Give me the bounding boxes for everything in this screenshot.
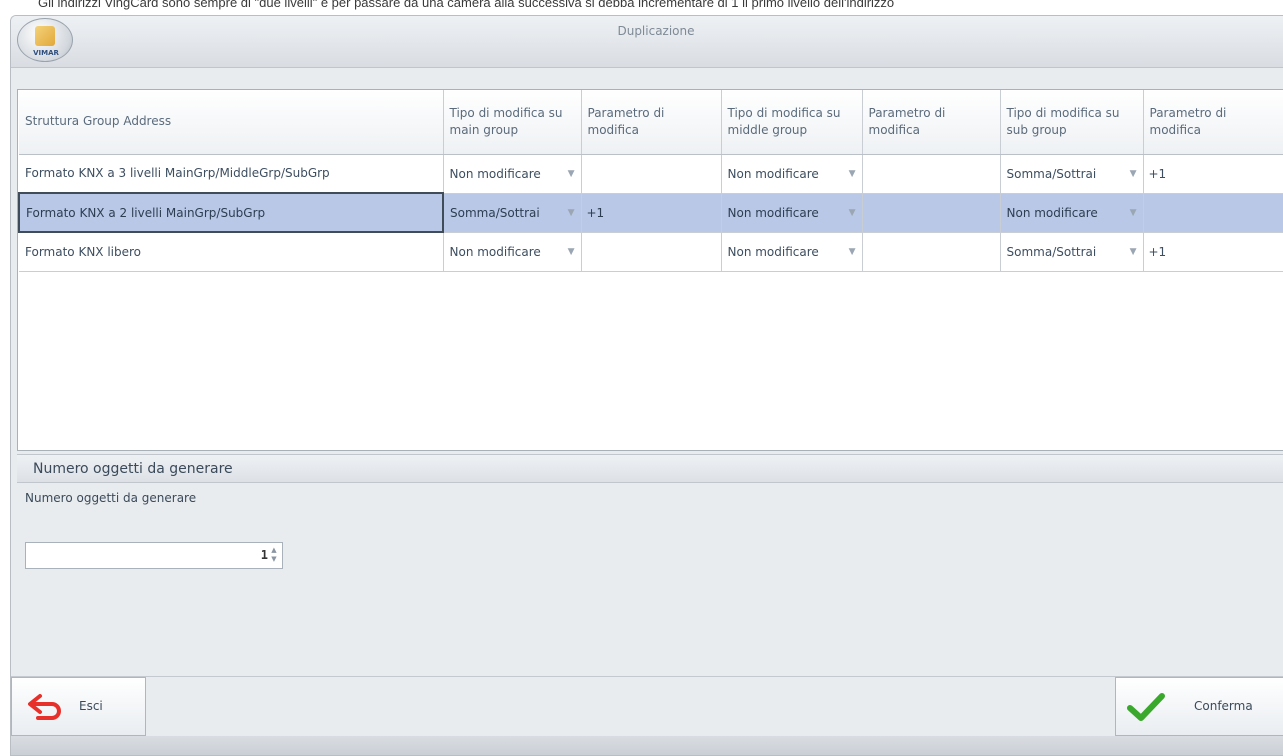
cell-structure[interactable]: Formato KNX libero — [19, 232, 444, 272]
header-middle-type[interactable]: Tipo di modifica su middle group — [721, 90, 863, 155]
spinner-arrows-icon[interactable]: ▲ ▼ — [269, 546, 279, 565]
bottom-bar: Esci Conferma — [11, 676, 1283, 736]
document-text: Gli indirizzi VingCard sono sempre di "d… — [38, 0, 895, 10]
chevron-down-icon[interactable]: ▼ — [1130, 206, 1137, 218]
dropdown-value: Non modificare — [727, 244, 819, 259]
confirm-button[interactable]: Conferma — [1115, 677, 1283, 736]
chevron-down-icon[interactable]: ▼ — [568, 167, 575, 179]
table-row[interactable]: Formato KNX a 3 livelli MainGrp/MiddleGr… — [19, 154, 1283, 194]
header-main-param[interactable]: Parametro di modifica — [581, 90, 722, 155]
table-row[interactable]: Formato KNX libero Non modificare ▼ Non m… — [19, 232, 1283, 272]
grid-header-row: Struttura Group Address Tipo di modifica… — [19, 90, 1283, 155]
dropdown-value: Non modificare — [727, 166, 819, 181]
objects-section-header: Numero oggetti da generare — [17, 454, 1283, 483]
chevron-down-icon[interactable]: ▼ — [568, 245, 575, 257]
duplication-grid: Struttura Group Address Tipo di modifica… — [18, 90, 1283, 272]
middle-param-cell[interactable] — [862, 154, 1001, 194]
sub-type-dropdown[interactable]: Somma/Sottrai ▼ — [1000, 154, 1144, 194]
main-param-cell[interactable]: +1 — [581, 193, 722, 233]
dropdown-value: Somma/Sottrai — [1006, 166, 1097, 181]
header-main-type[interactable]: Tipo di modifica su main group — [443, 90, 582, 155]
main-type-dropdown[interactable]: Non modificare ▼ — [443, 154, 582, 194]
dropdown-value: Non modificare — [449, 244, 541, 259]
dropdown-value: Non modificare — [449, 166, 541, 181]
main-type-dropdown[interactable]: Non modificare ▼ — [443, 232, 582, 272]
confirm-button-label: Conferma — [1194, 699, 1253, 713]
exit-button-label: Esci — [79, 699, 103, 713]
main-type-dropdown[interactable]: Somma/Sottrai ▼ — [443, 193, 582, 233]
undo-arrow-icon — [28, 694, 61, 720]
header-middle-param[interactable]: Parametro di modifica — [862, 90, 1001, 155]
middle-type-dropdown[interactable]: Non modificare ▼ — [721, 154, 863, 194]
chevron-down-icon[interactable]: ▼ — [1130, 167, 1137, 179]
middle-type-dropdown[interactable]: Non modificare ▼ — [721, 193, 863, 233]
objects-count-label: Numero oggetti da generare — [25, 491, 197, 505]
title-bar: VIMAR Duplicazione — [11, 16, 1283, 68]
table-row[interactable]: Formato KNX a 2 livelli MainGrp/SubGrp S… — [18, 192, 1283, 233]
cell-structure[interactable]: Formato KNX a 3 livelli MainGrp/MiddleGr… — [19, 154, 444, 194]
page: Gli indirizzi VingCard sono sempre di "d… — [0, 0, 1283, 756]
objects-count-value[interactable]: 1 — [26, 543, 268, 568]
footer-strip — [11, 736, 1283, 755]
sub-param-cell[interactable]: +1 — [1143, 232, 1283, 272]
duplication-grid-area: Struttura Group Address Tipo di modifica… — [17, 89, 1283, 451]
chevron-down-icon[interactable]: ▼ — [568, 206, 575, 218]
dropdown-value: Non modificare — [727, 205, 819, 220]
checkmark-icon — [1127, 693, 1165, 721]
duplication-dialog: VIMAR Duplicazione Struttura Group Addre… — [10, 15, 1283, 756]
dropdown-value: Somma/Sottrai — [1006, 244, 1097, 259]
chevron-down-icon[interactable]: ▼ — [849, 245, 856, 257]
objects-count-stepper[interactable]: 1 ▲ ▼ — [25, 542, 283, 569]
sub-param-cell[interactable]: +1 — [1143, 154, 1283, 194]
logo-text: VIMAR — [33, 49, 59, 57]
header-sub-type[interactable]: Tipo di modifica su sub group — [1000, 90, 1144, 155]
middle-param-cell[interactable] — [862, 232, 1001, 272]
chevron-down-icon[interactable]: ▼ — [1130, 245, 1137, 257]
dropdown-value: Somma/Sottrai — [450, 205, 540, 220]
header-structure[interactable]: Struttura Group Address — [19, 90, 444, 155]
dialog-title: Duplicazione — [617, 24, 695, 38]
cell-structure[interactable]: Formato KNX a 2 livelli MainGrp/SubGrp — [18, 192, 444, 233]
chevron-down-icon[interactable]: ▼ — [849, 206, 856, 218]
sub-type-dropdown[interactable]: Non modificare ▼ — [1000, 193, 1144, 233]
header-sub-param[interactable]: Parametro di modifica — [1143, 90, 1283, 155]
middle-type-dropdown[interactable]: Non modificare ▼ — [721, 232, 863, 272]
sub-type-dropdown[interactable]: Somma/Sottrai ▼ — [1000, 232, 1144, 272]
main-param-cell[interactable] — [581, 232, 722, 272]
main-param-cell[interactable] — [581, 154, 722, 194]
exit-button[interactable]: Esci — [11, 677, 146, 736]
chevron-down-icon[interactable]: ▼ — [849, 167, 856, 179]
dropdown-value: Non modificare — [1006, 205, 1098, 220]
middle-param-cell[interactable] — [862, 193, 1001, 233]
sub-param-cell[interactable] — [1143, 193, 1283, 233]
